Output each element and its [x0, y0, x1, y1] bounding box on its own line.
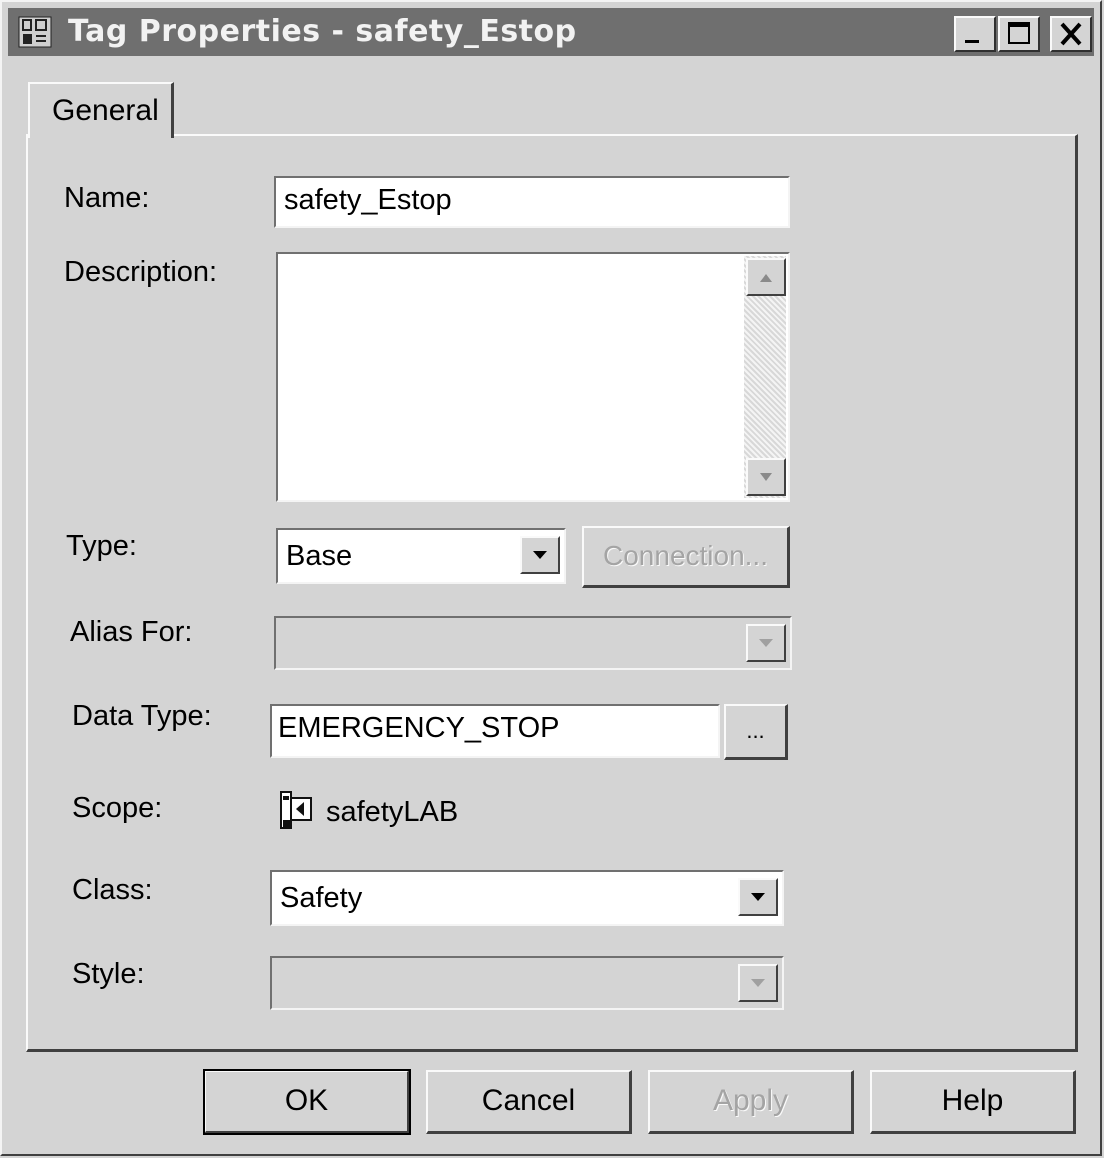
name-label: Name:: [64, 182, 150, 214]
name-value: safety_Estop: [284, 184, 452, 216]
data-type-label: Data Type:: [72, 700, 212, 732]
scope-label: Scope:: [72, 792, 163, 824]
class-dropdown-button[interactable]: [738, 878, 778, 916]
scope-value: safetyLAB: [326, 796, 459, 828]
type-label: Type:: [66, 530, 137, 562]
minimize-button[interactable]: [954, 16, 996, 52]
class-dropdown[interactable]: Safety: [270, 870, 784, 926]
description-textarea[interactable]: [276, 252, 790, 502]
ok-button[interactable]: OK: [203, 1069, 411, 1135]
type-dropdown[interactable]: Base: [276, 528, 566, 584]
scroll-down-icon: [760, 473, 772, 481]
chevron-down-icon: [533, 551, 547, 559]
tag-properties-dialog: Tag Properties - safety_Estop General Na…: [0, 0, 1102, 1156]
alias-for-label: Alias For:: [70, 616, 193, 648]
maximize-button[interactable]: [998, 16, 1040, 52]
chevron-down-icon: [759, 639, 773, 647]
data-type-value: EMERGENCY_STOP: [278, 712, 560, 744]
class-value: Safety: [280, 882, 363, 914]
close-icon: [1060, 22, 1082, 46]
data-type-browse-button[interactable]: ...: [724, 704, 788, 760]
scroll-down-button[interactable]: [746, 458, 786, 496]
controller-icon: [280, 791, 312, 829]
connection-button[interactable]: Connection...: [582, 526, 790, 588]
tab-general[interactable]: General: [28, 82, 174, 138]
maximize-icon: [1008, 22, 1030, 44]
minimize-icon: [965, 40, 979, 43]
cancel-button[interactable]: Cancel: [426, 1070, 632, 1134]
title-bar[interactable]: Tag Properties - safety_Estop: [8, 8, 1094, 56]
scroll-up-icon: [760, 274, 772, 282]
close-button[interactable]: [1050, 16, 1092, 52]
alias-for-dropdown[interactable]: [274, 616, 792, 670]
data-type-field[interactable]: EMERGENCY_STOP: [270, 704, 720, 758]
tab-general-label: General: [52, 94, 159, 127]
window-title: Tag Properties - safety_Estop: [68, 14, 577, 49]
type-value: Base: [286, 540, 353, 572]
style-dropdown-button[interactable]: [738, 964, 778, 1002]
chevron-down-icon: [751, 979, 765, 987]
type-dropdown-button[interactable]: [520, 536, 560, 574]
style-label: Style:: [72, 958, 145, 990]
name-field[interactable]: safety_Estop: [274, 176, 790, 228]
style-dropdown[interactable]: [270, 956, 784, 1010]
alias-for-dropdown-button[interactable]: [746, 624, 786, 662]
description-label: Description:: [64, 256, 218, 288]
chevron-down-icon: [751, 893, 765, 901]
tag-properties-icon: [18, 16, 52, 48]
scroll-up-button[interactable]: [746, 258, 786, 296]
apply-button[interactable]: Apply: [648, 1070, 854, 1134]
class-label: Class:: [72, 874, 153, 906]
help-button[interactable]: Help: [870, 1070, 1076, 1134]
